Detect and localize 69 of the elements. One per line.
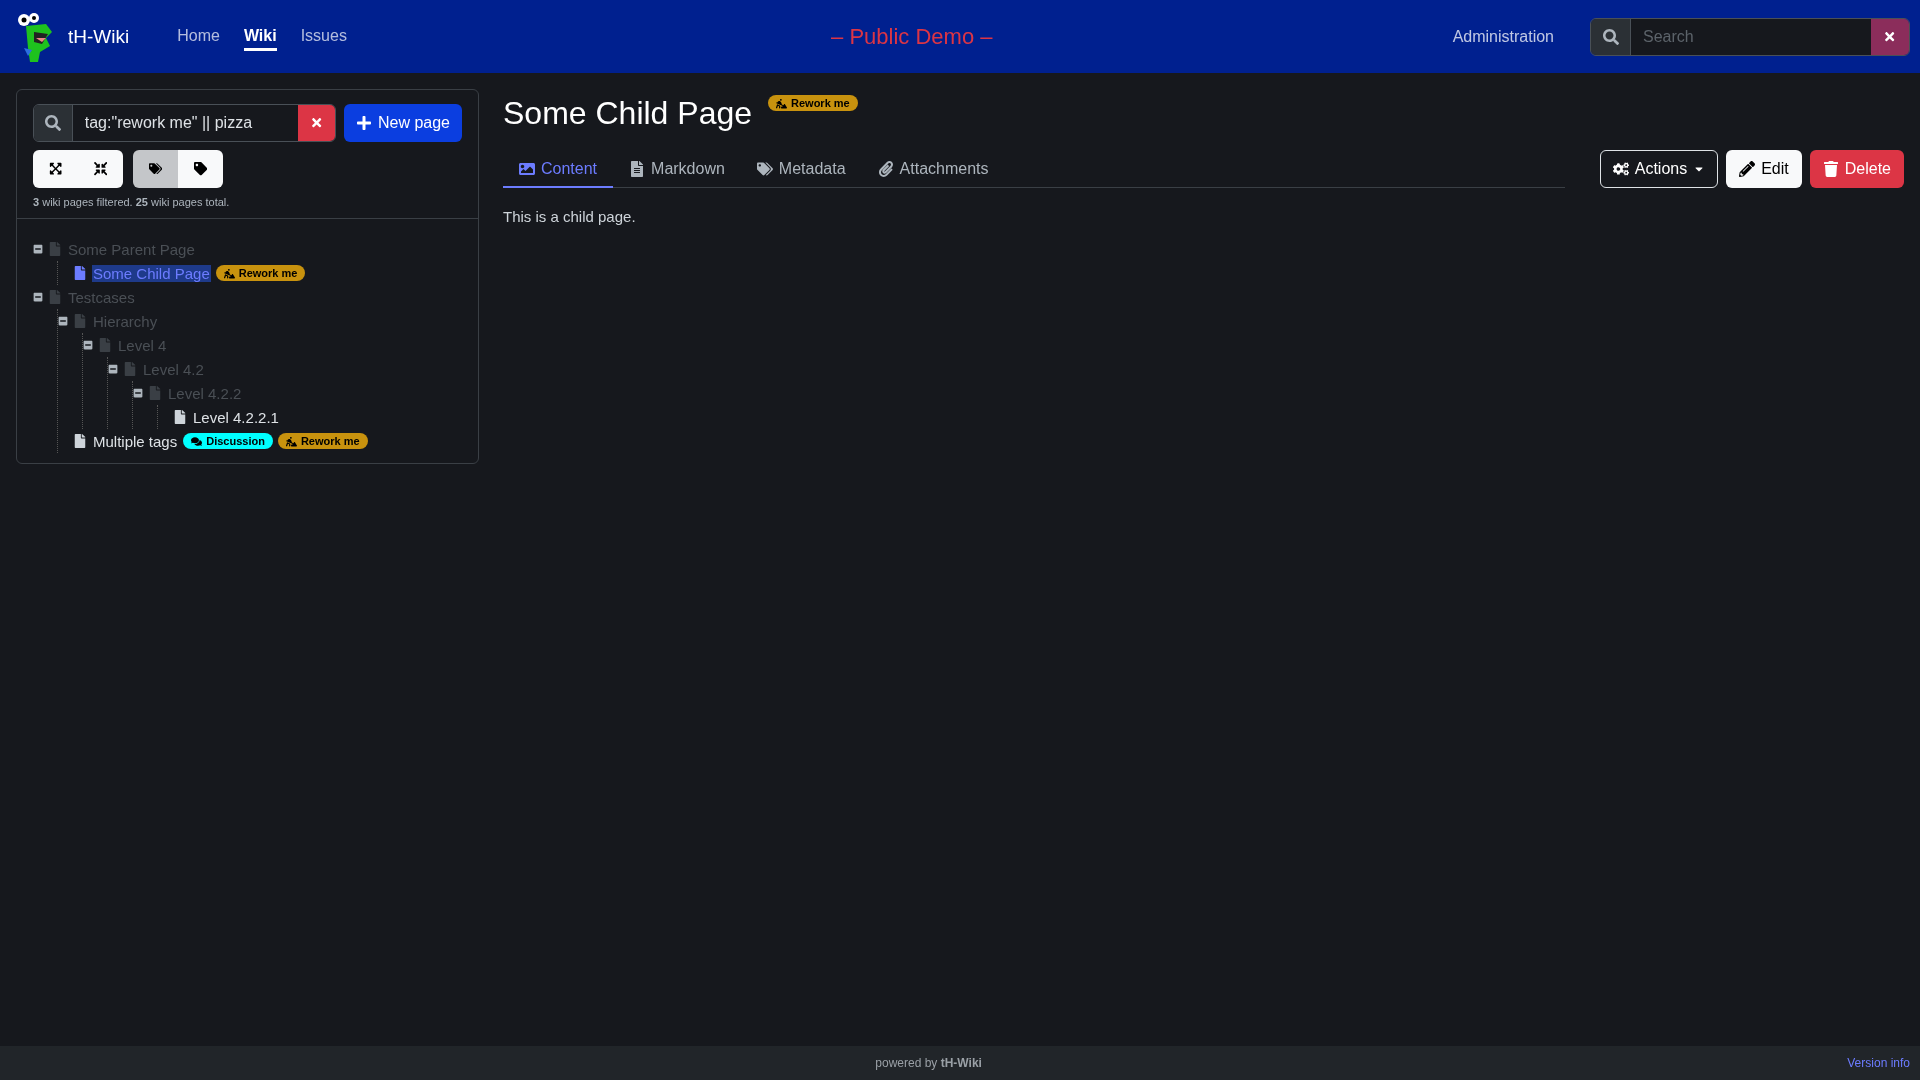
collapse-icon[interactable] <box>33 292 43 302</box>
tags-icon <box>756 161 773 177</box>
tags-icon <box>148 162 163 176</box>
actions-button[interactable]: Actions <box>1599 150 1719 188</box>
paperclip-icon <box>877 161 894 177</box>
version-link[interactable]: Version info <box>1847 1056 1910 1070</box>
close-icon <box>309 116 323 130</box>
pencil-icon <box>1739 161 1756 177</box>
tree-item[interactable]: Level 4.2.2.1 <box>192 408 280 426</box>
document-icon <box>629 161 646 177</box>
close-icon <box>1883 29 1897 44</box>
nav-link[interactable]: Issues <box>300 22 347 51</box>
page-icon <box>48 242 62 256</box>
tag-toggle-button[interactable] <box>133 150 178 188</box>
search-bar[interactable]: Search <box>1590 17 1910 56</box>
expand-all-button[interactable] <box>33 150 78 188</box>
page-icon <box>48 290 62 304</box>
page-icon <box>73 314 87 328</box>
page-icon <box>73 434 87 448</box>
tag-toggle-button[interactable] <box>178 150 223 188</box>
page-icon <box>123 362 137 376</box>
search-icon <box>34 105 73 141</box>
brand-name[interactable]: tH-Wiki <box>68 25 130 48</box>
expand-icon <box>48 162 63 176</box>
tag-badge: Rework me <box>768 95 858 111</box>
delete-button[interactable]: Delete <box>1809 150 1904 188</box>
clear-button[interactable] <box>297 105 335 141</box>
nav-link[interactable]: Wiki <box>243 22 277 51</box>
digging-icon <box>285 435 297 447</box>
tree-item[interactable]: Multiple tags <box>92 432 179 450</box>
gears-icon <box>1612 161 1629 177</box>
page-content: This is a child page. <box>503 208 637 225</box>
page-icon <box>173 410 187 424</box>
digging-icon <box>223 267 235 279</box>
page-title: Some Child Page <box>503 95 753 132</box>
trash-icon <box>1822 161 1839 177</box>
nav-link[interactable]: Home <box>177 22 220 51</box>
tab[interactable]: Attachments <box>861 152 1005 188</box>
tab[interactable]: Content <box>503 152 614 188</box>
collapse-all-button[interactable] <box>78 150 123 188</box>
page-icon <box>73 266 87 280</box>
clear-button[interactable] <box>1871 18 1909 55</box>
page-icon <box>148 386 162 400</box>
digging-icon <box>776 97 788 109</box>
powered-by-text: powered by tH-Wiki <box>874 1056 983 1070</box>
new-page-button[interactable]: New page <box>343 104 462 142</box>
tag-badge: Rework me <box>277 433 368 449</box>
edit-button[interactable]: Edit <box>1726 150 1802 188</box>
collapse-icon[interactable] <box>108 364 118 374</box>
tag-icon <box>193 162 208 176</box>
demo-title: – Public Demo – <box>831 23 993 50</box>
tab[interactable]: Markdown <box>613 152 741 188</box>
filter-bar[interactable]: tag:"rework me" || pizza <box>33 104 336 142</box>
tab[interactable]: Metadata <box>740 152 862 188</box>
image-icon <box>519 161 535 177</box>
page-icon <box>98 338 112 352</box>
tag-badge: Rework me <box>215 265 306 281</box>
collapse-icon[interactable] <box>33 244 43 254</box>
search-icon <box>1591 18 1631 55</box>
nav-link[interactable]: Administration <box>1452 27 1554 46</box>
tag-badge: Discussion <box>183 433 273 449</box>
compress-icon <box>93 162 108 176</box>
collapse-icon[interactable] <box>58 316 68 326</box>
filter-summary: 3 wiki pages filtered. 25 wiki pages total. <box>33 196 231 208</box>
plus-icon <box>355 115 372 131</box>
collapse-icon[interactable] <box>133 388 143 398</box>
comments-icon <box>191 435 203 447</box>
search-field[interactable]: Search <box>1631 18 1871 55</box>
collapse-icon[interactable] <box>83 340 93 350</box>
